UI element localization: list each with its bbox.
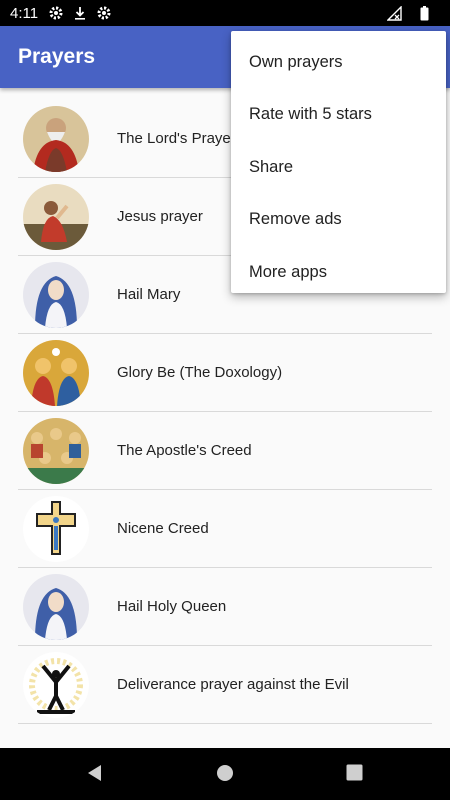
list-item[interactable]: The Apostle's Creed — [18, 412, 432, 490]
back-icon[interactable] — [86, 764, 104, 787]
recents-icon[interactable] — [346, 764, 363, 786]
virgin-mary-painting — [23, 261, 89, 328]
apostles-icon — [23, 417, 89, 484]
prayer-title: Jesus prayer — [117, 208, 203, 225]
status-bar: 4:11 — [0, 0, 450, 26]
list-item[interactable]: Glory Be (The Doxology) — [18, 334, 432, 412]
prayer-title: Glory Be (The Doxology) — [117, 364, 283, 381]
prayer-title: Hail Mary — [117, 286, 181, 303]
download-icon — [72, 5, 88, 21]
orthodox-cross — [23, 495, 89, 562]
menu-item-remove-ads[interactable]: Remove ads — [231, 194, 446, 247]
gear-icon — [96, 5, 112, 21]
menu-item-own-prayers[interactable]: Own prayers — [231, 36, 446, 89]
gear-icon — [48, 5, 64, 21]
menu-item-share[interactable]: Share — [231, 141, 446, 194]
app-title: Prayers — [18, 45, 96, 68]
menu-item-more-apps[interactable]: More apps — [231, 246, 446, 299]
signal-icon — [386, 5, 402, 21]
list-item[interactable]: Nicene Creed — [18, 490, 432, 568]
list-item[interactable]: Hail Holy Queen — [18, 568, 432, 646]
overflow-menu: Own prayers Rate with 5 stars Share Remo… — [231, 31, 446, 293]
virgin-mary-painting — [23, 573, 89, 640]
prayer-title: Deliverance prayer against the Evil — [117, 676, 349, 693]
prayer-title: Nicene Creed — [117, 520, 209, 537]
menu-item-rate[interactable]: Rate with 5 stars — [231, 89, 446, 142]
status-time: 4:11 — [10, 4, 39, 22]
raised-arms-silhouette — [23, 651, 89, 718]
god-father-painting — [23, 105, 89, 172]
list-item[interactable]: Deliverance prayer against the Evil — [18, 646, 432, 724]
prayer-title: The Apostle's Creed — [117, 442, 252, 459]
jesus-praying-painting — [23, 183, 89, 250]
prayer-title: The Lord's Prayer — [117, 130, 236, 147]
navigation-bar — [0, 748, 450, 800]
holy-trinity-icon — [23, 339, 89, 406]
battery-icon — [416, 5, 432, 21]
prayer-title: Hail Holy Queen — [117, 598, 227, 615]
home-icon[interactable] — [216, 764, 234, 787]
